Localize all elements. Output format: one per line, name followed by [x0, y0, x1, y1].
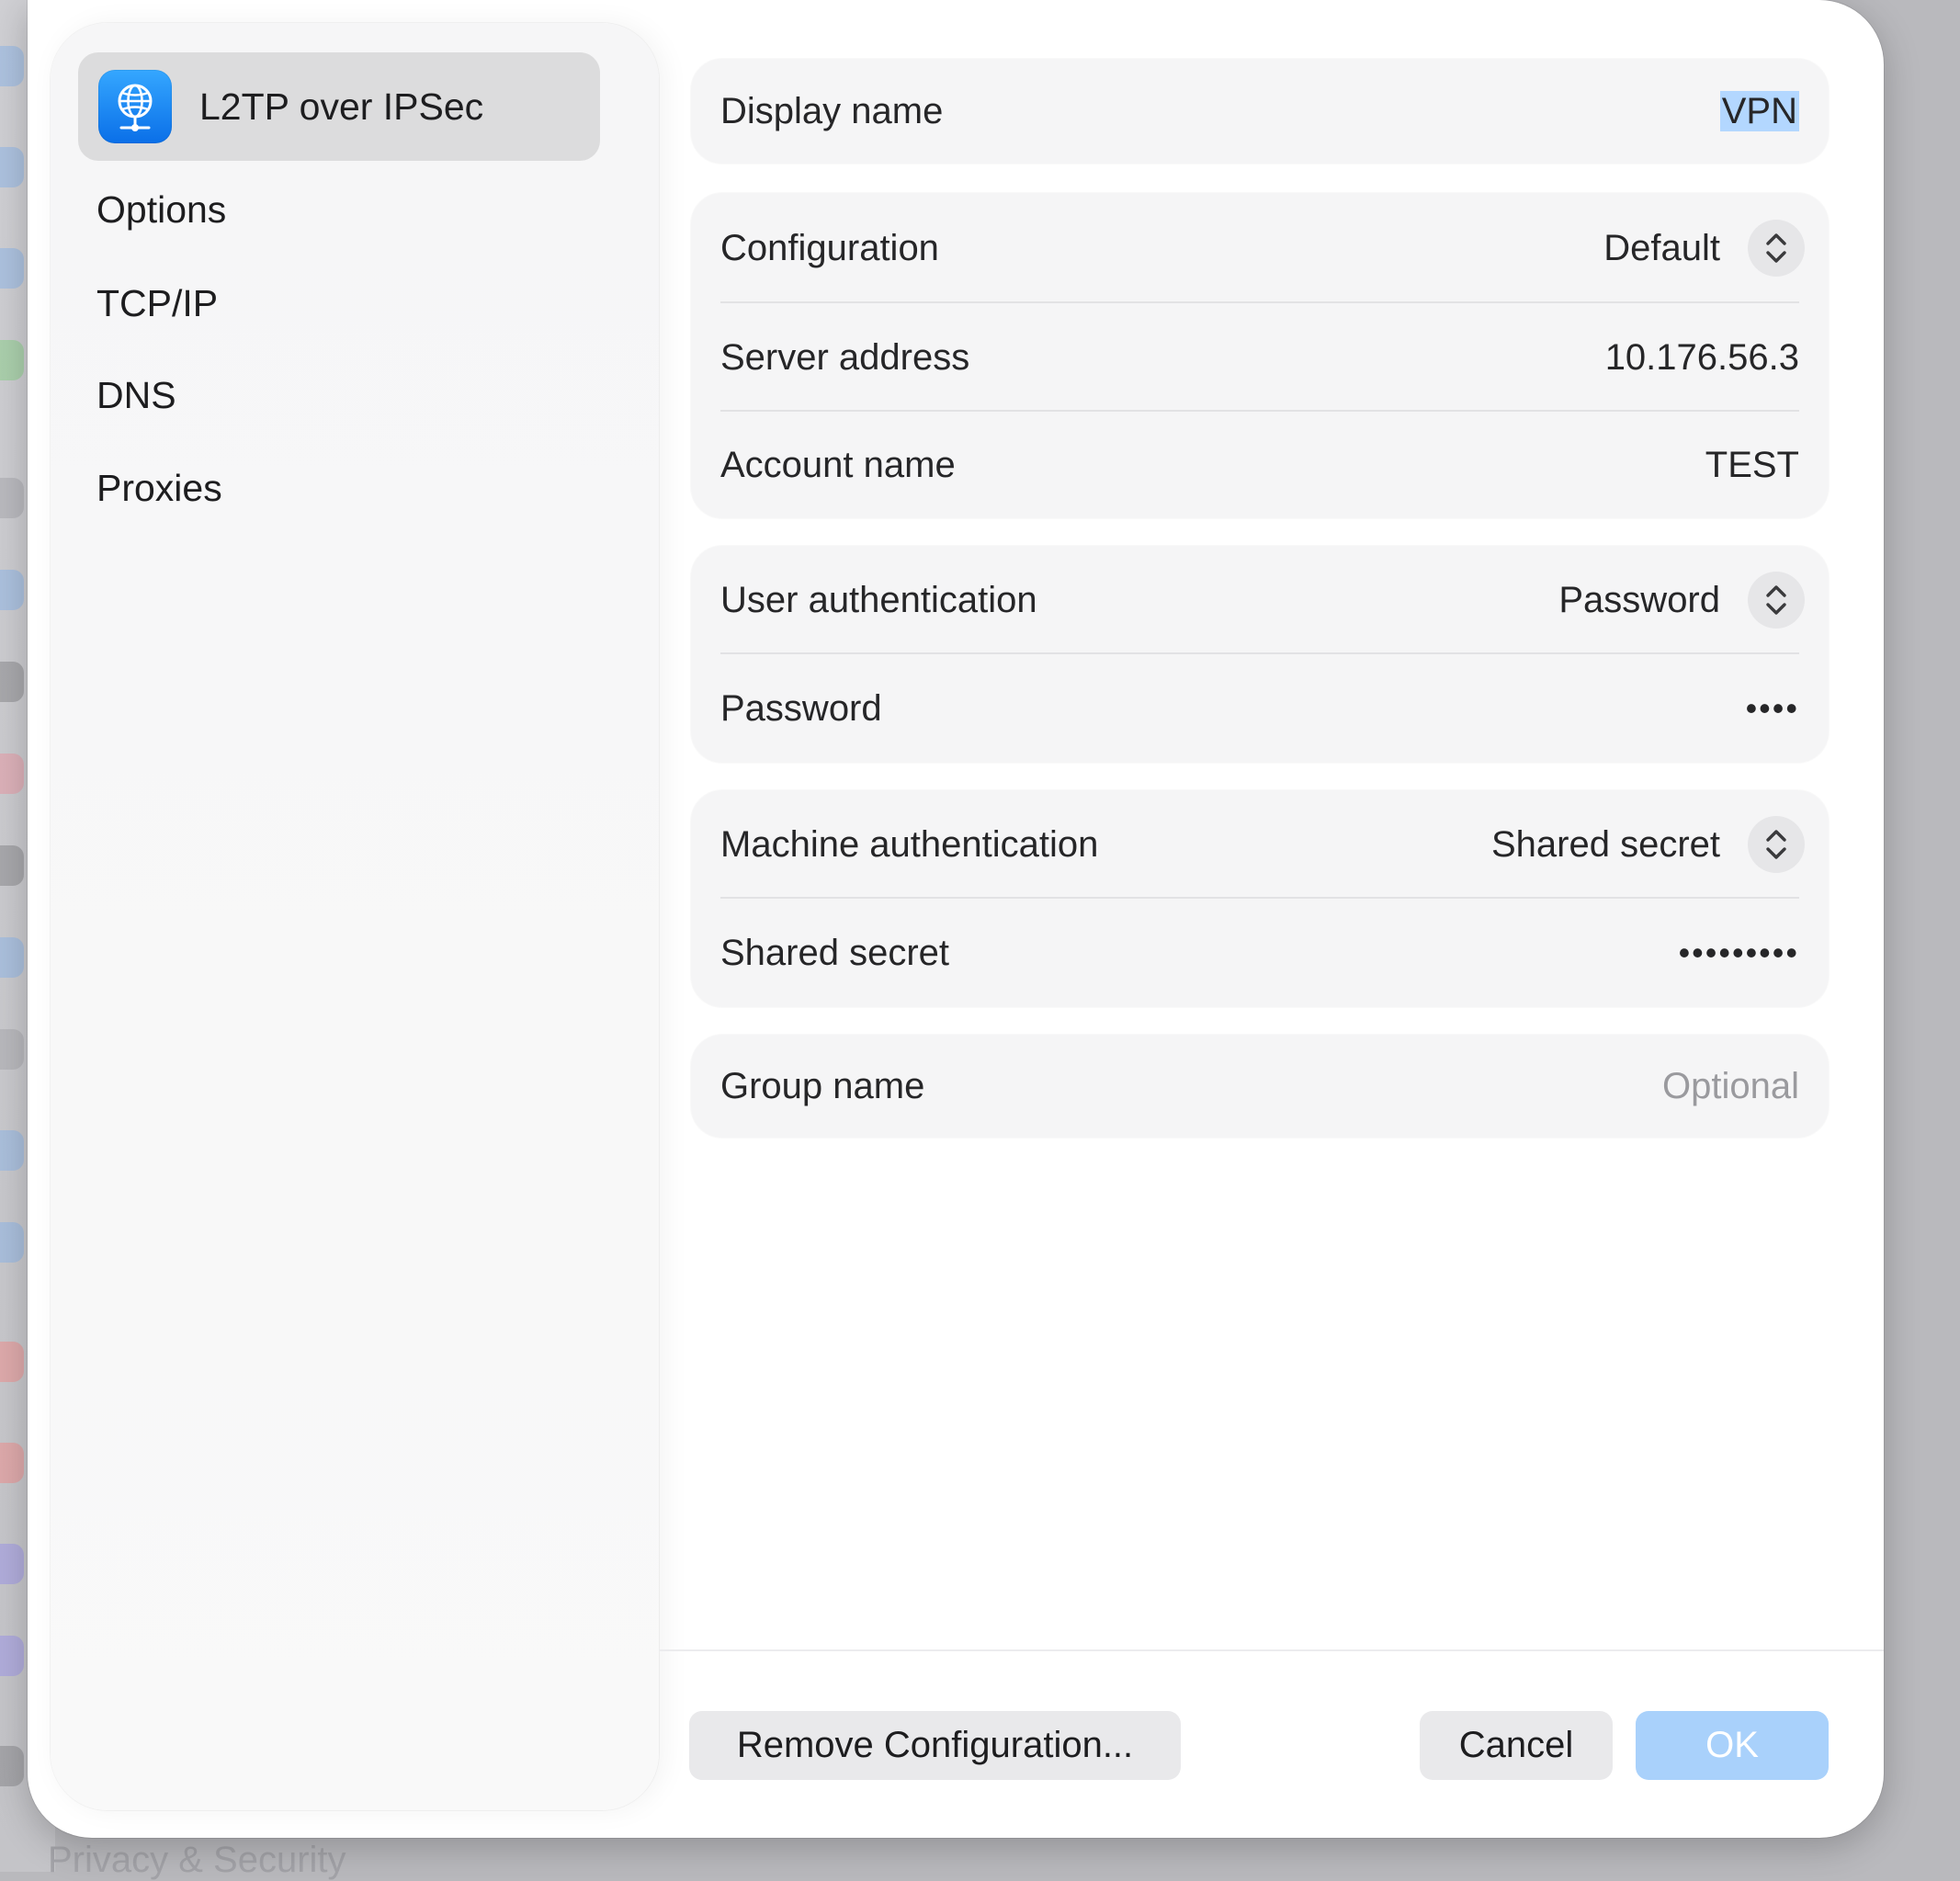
- background-app-icon: [0, 1636, 24, 1676]
- machine-auth-group: Machine authentication Shared secret Sha…: [691, 790, 1829, 1007]
- globe-network-icon: [98, 70, 172, 143]
- chevron-up-down-icon: [1748, 816, 1805, 873]
- group-name-label: Group name: [720, 1065, 925, 1106]
- sidebar-item-tcpip[interactable]: TCP/IP: [96, 282, 218, 325]
- configuration-row: Configuration Default: [691, 193, 1829, 303]
- password-field[interactable]: ••••: [1746, 689, 1799, 728]
- shared-secret-label: Shared secret: [720, 932, 950, 973]
- user-auth-row: User authentication Password: [691, 546, 1829, 654]
- sidebar-item-label: L2TP over IPSec: [199, 85, 484, 128]
- configuration-label: Configuration: [720, 227, 939, 268]
- machine-auth-label: Machine authentication: [720, 823, 1099, 865]
- background-app-icon: [0, 1443, 24, 1483]
- background-app-icon: [0, 845, 24, 886]
- background-app-icon: [0, 248, 24, 289]
- background-app-icon: [0, 478, 24, 518]
- machine-auth-value: Shared secret: [1490, 823, 1720, 865]
- server-address-row: Server address 10.176.56.3: [691, 303, 1829, 412]
- display-name-value: VPN: [1719, 90, 1799, 131]
- cancel-button[interactable]: Cancel: [1420, 1711, 1613, 1780]
- configuration-value: Default: [1603, 227, 1720, 268]
- shared-secret-row: Shared secret •••••••••: [691, 899, 1829, 1007]
- background-app-icon: [0, 1130, 24, 1171]
- configuration-popup[interactable]: Default: [1603, 220, 1805, 277]
- sidebar-item-dns[interactable]: DNS: [96, 374, 176, 417]
- background-app-icon: [0, 570, 24, 610]
- machine-auth-popup[interactable]: Shared secret: [1490, 816, 1805, 873]
- sidebar: L2TP over IPSec Options TCP/IP DNS Proxi…: [51, 23, 659, 1810]
- password-row: Password ••••: [691, 654, 1829, 763]
- user-auth-label: User authentication: [720, 579, 1037, 620]
- display-name-label: Display name: [720, 90, 944, 131]
- machine-auth-row: Machine authentication Shared secret: [691, 790, 1829, 899]
- chevron-up-down-icon: [1748, 220, 1805, 277]
- group-name-input[interactable]: Optional: [1662, 1066, 1799, 1107]
- user-auth-popup[interactable]: Password: [1558, 572, 1805, 629]
- background-app-icon: [0, 340, 24, 380]
- account-name-row: Account name TEST: [691, 412, 1829, 518]
- background-app-icon: [0, 1544, 24, 1584]
- display-name-row[interactable]: Display name VPN: [691, 59, 1829, 164]
- group-name-group: Group name Optional: [691, 1035, 1829, 1138]
- background-app-icon: [0, 1342, 24, 1382]
- background-app-icon: [0, 662, 24, 702]
- user-auth-group: User authentication Password Password ••…: [691, 546, 1829, 763]
- background-sidebar-label: Privacy & Security: [48, 1840, 346, 1880]
- sidebar-item-l2tp[interactable]: L2TP over IPSec: [78, 52, 600, 161]
- display-name-group: Display name VPN: [691, 59, 1829, 164]
- account-name-field[interactable]: TEST: [1705, 445, 1799, 486]
- background-app-icon: [0, 1222, 24, 1263]
- background-app-icon: [0, 754, 24, 794]
- footer-divider: [659, 1649, 1884, 1651]
- background-app-icon: [0, 937, 24, 978]
- background-app-icon: [0, 1746, 24, 1786]
- background-app-icon: [0, 147, 24, 187]
- shared-secret-field[interactable]: •••••••••: [1679, 934, 1799, 972]
- remove-configuration-button[interactable]: Remove Configuration...: [689, 1711, 1181, 1780]
- server-address-label: Server address: [720, 336, 970, 378]
- user-auth-value: Password: [1558, 579, 1720, 620]
- connection-group: Configuration Default Server address 10.…: [691, 193, 1829, 518]
- chevron-up-down-icon: [1748, 572, 1805, 629]
- password-label: Password: [720, 687, 882, 729]
- sidebar-item-options[interactable]: Options: [96, 188, 226, 232]
- background-app-icon: [0, 46, 24, 86]
- server-address-field[interactable]: 10.176.56.3: [1605, 337, 1799, 379]
- sidebar-item-proxies[interactable]: Proxies: [96, 467, 222, 510]
- ok-button[interactable]: OK: [1636, 1711, 1829, 1780]
- background-app-icon: [0, 1029, 24, 1070]
- group-name-row: Group name Optional: [691, 1035, 1829, 1138]
- vpn-config-sheet: L2TP over IPSec Options TCP/IP DNS Proxi…: [28, 0, 1884, 1838]
- account-name-label: Account name: [720, 444, 956, 485]
- display-name-field[interactable]: VPN: [1719, 90, 1799, 132]
